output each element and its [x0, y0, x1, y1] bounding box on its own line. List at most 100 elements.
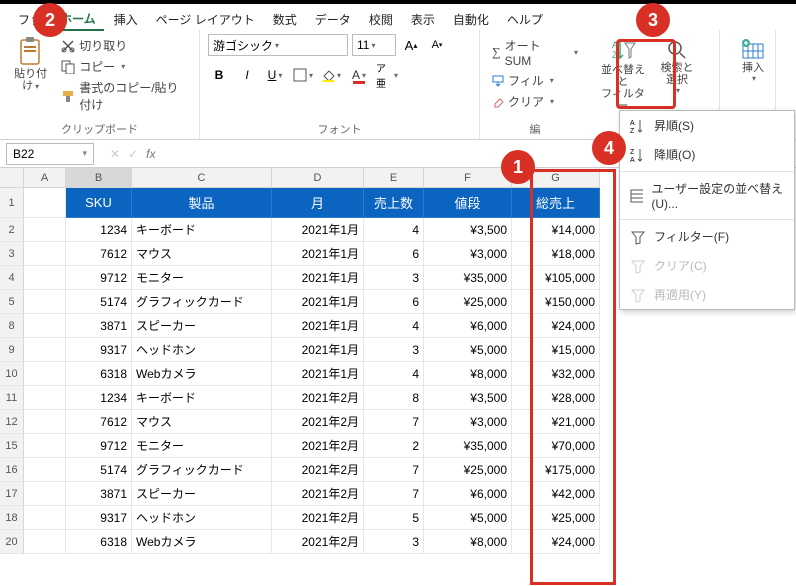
cell-sku[interactable]: 9317 — [66, 506, 132, 530]
cell-price[interactable]: ¥3,500 — [424, 386, 512, 410]
hdr-price[interactable]: 値段 — [424, 188, 512, 218]
cell-sku[interactable]: 7612 — [66, 242, 132, 266]
cell-total[interactable]: ¥25,000 — [512, 506, 600, 530]
row-1[interactable]: 1 — [0, 188, 24, 218]
cell-sku[interactable]: 9712 — [66, 434, 132, 458]
font-size-select[interactable]: 11 — [352, 34, 396, 56]
cell-A9[interactable] — [24, 338, 66, 362]
cell-A18[interactable] — [24, 506, 66, 530]
cell-units[interactable]: 4 — [364, 218, 424, 242]
cell-product[interactable]: Webカメラ — [132, 362, 272, 386]
cell-month[interactable]: 2021年2月 — [272, 482, 364, 506]
cell-month[interactable]: 2021年1月 — [272, 242, 364, 266]
decrease-font-button[interactable]: A▾ — [426, 34, 448, 56]
col-A[interactable]: A — [24, 168, 66, 188]
cell-price[interactable]: ¥3,500 — [424, 218, 512, 242]
cell-A12[interactable] — [24, 410, 66, 434]
italic-button[interactable]: I — [236, 64, 258, 86]
col-E[interactable]: E — [364, 168, 424, 188]
cell-product[interactable]: マウス — [132, 242, 272, 266]
font-color-button[interactable]: A — [348, 64, 370, 86]
tab-review[interactable]: 校閲 — [361, 9, 401, 30]
cell-units[interactable]: 2 — [364, 434, 424, 458]
cell-price[interactable]: ¥8,000 — [424, 362, 512, 386]
cell-sku[interactable]: 3871 — [66, 482, 132, 506]
cell-price[interactable]: ¥35,000 — [424, 266, 512, 290]
cell-units[interactable]: 4 — [364, 314, 424, 338]
cell-total[interactable]: ¥42,000 — [512, 482, 600, 506]
tab-pagelayout[interactable]: ページ レイアウト — [148, 9, 263, 30]
cell-month[interactable]: 2021年2月 — [272, 410, 364, 434]
cell-product[interactable]: Webカメラ — [132, 530, 272, 554]
cell-price[interactable]: ¥3,000 — [424, 410, 512, 434]
cell-A17[interactable] — [24, 482, 66, 506]
fx-icon[interactable]: fx — [146, 147, 155, 161]
bold-button[interactable]: B — [208, 64, 230, 86]
font-name-select[interactable]: 游ゴシック — [208, 34, 348, 56]
cell-A8[interactable] — [24, 314, 66, 338]
cell-product[interactable]: キーボード — [132, 386, 272, 410]
cell-total[interactable]: ¥32,000 — [512, 362, 600, 386]
cell-product[interactable]: ヘッドホン — [132, 506, 272, 530]
cell-price[interactable]: ¥35,000 — [424, 434, 512, 458]
cell-month[interactable]: 2021年2月 — [272, 506, 364, 530]
cell-A20[interactable] — [24, 530, 66, 554]
border-button[interactable] — [292, 64, 314, 86]
cell-units[interactable]: 3 — [364, 338, 424, 362]
insert-cells-button[interactable]: 挿入 — [728, 36, 778, 85]
hdr-total[interactable]: 総売上 — [512, 188, 600, 218]
cell-total[interactable]: ¥175,000 — [512, 458, 600, 482]
cell-A10[interactable] — [24, 362, 66, 386]
cell-product[interactable]: スピーカー — [132, 314, 272, 338]
cell-price[interactable]: ¥6,000 — [424, 482, 512, 506]
menu-filter[interactable]: フィルター(F) — [620, 222, 794, 251]
cell-sku[interactable]: 5174 — [66, 290, 132, 314]
cell-total[interactable]: ¥70,000 — [512, 434, 600, 458]
col-D[interactable]: D — [272, 168, 364, 188]
cell-product[interactable]: グラフィックカード — [132, 290, 272, 314]
row-15[interactable]: 15 — [0, 434, 24, 458]
cell-month[interactable]: 2021年2月 — [272, 458, 364, 482]
cell-price[interactable]: ¥25,000 — [424, 290, 512, 314]
cell-price[interactable]: ¥3,000 — [424, 242, 512, 266]
cell-product[interactable]: ヘッドホン — [132, 338, 272, 362]
cell-A4[interactable] — [24, 266, 66, 290]
cell-product[interactable]: スピーカー — [132, 482, 272, 506]
cell-month[interactable]: 2021年1月 — [272, 266, 364, 290]
cell-month[interactable]: 2021年2月 — [272, 434, 364, 458]
row-8[interactable]: 8 — [0, 314, 24, 338]
cancel-formula-icon[interactable]: ✕ — [110, 147, 120, 161]
cell-total[interactable]: ¥24,000 — [512, 530, 600, 554]
row-10[interactable]: 10 — [0, 362, 24, 386]
fill-color-button[interactable] — [320, 64, 342, 86]
cell-total[interactable]: ¥28,000 — [512, 386, 600, 410]
cell-A2[interactable] — [24, 218, 66, 242]
col-B[interactable]: B — [66, 168, 132, 188]
hdr-units[interactable]: 売上数 — [364, 188, 424, 218]
menu-sort-asc[interactable]: AZ 昇順(S) — [620, 111, 794, 140]
cell-price[interactable]: ¥8,000 — [424, 530, 512, 554]
cell-A3[interactable] — [24, 242, 66, 266]
cell-units[interactable]: 6 — [364, 290, 424, 314]
autosum-button[interactable]: ∑オート SUM — [488, 36, 582, 69]
row-5[interactable]: 5 — [0, 290, 24, 314]
cell-total[interactable]: ¥15,000 — [512, 338, 600, 362]
cut-button[interactable]: 切り取り — [57, 36, 191, 55]
cell-sku[interactable]: 1234 — [66, 386, 132, 410]
cell-price[interactable]: ¥5,000 — [424, 506, 512, 530]
cell-price[interactable]: ¥6,000 — [424, 314, 512, 338]
increase-font-button[interactable]: A▴ — [400, 34, 422, 56]
cell-sku[interactable]: 3871 — [66, 314, 132, 338]
find-select-button[interactable]: 検索と 選択 — [652, 36, 702, 97]
hdr-product[interactable]: 製品 — [132, 188, 272, 218]
cell-sku[interactable]: 9712 — [66, 266, 132, 290]
cell-total[interactable]: ¥24,000 — [512, 314, 600, 338]
tab-formulas[interactable]: 数式 — [265, 9, 305, 30]
tab-help[interactable]: ヘルプ — [499, 9, 551, 30]
tab-data[interactable]: データ — [307, 9, 359, 30]
row-4[interactable]: 4 — [0, 266, 24, 290]
cell-units[interactable]: 7 — [364, 458, 424, 482]
cell-product[interactable]: モニター — [132, 266, 272, 290]
cell-units[interactable]: 8 — [364, 386, 424, 410]
cell-total[interactable]: ¥105,000 — [512, 266, 600, 290]
